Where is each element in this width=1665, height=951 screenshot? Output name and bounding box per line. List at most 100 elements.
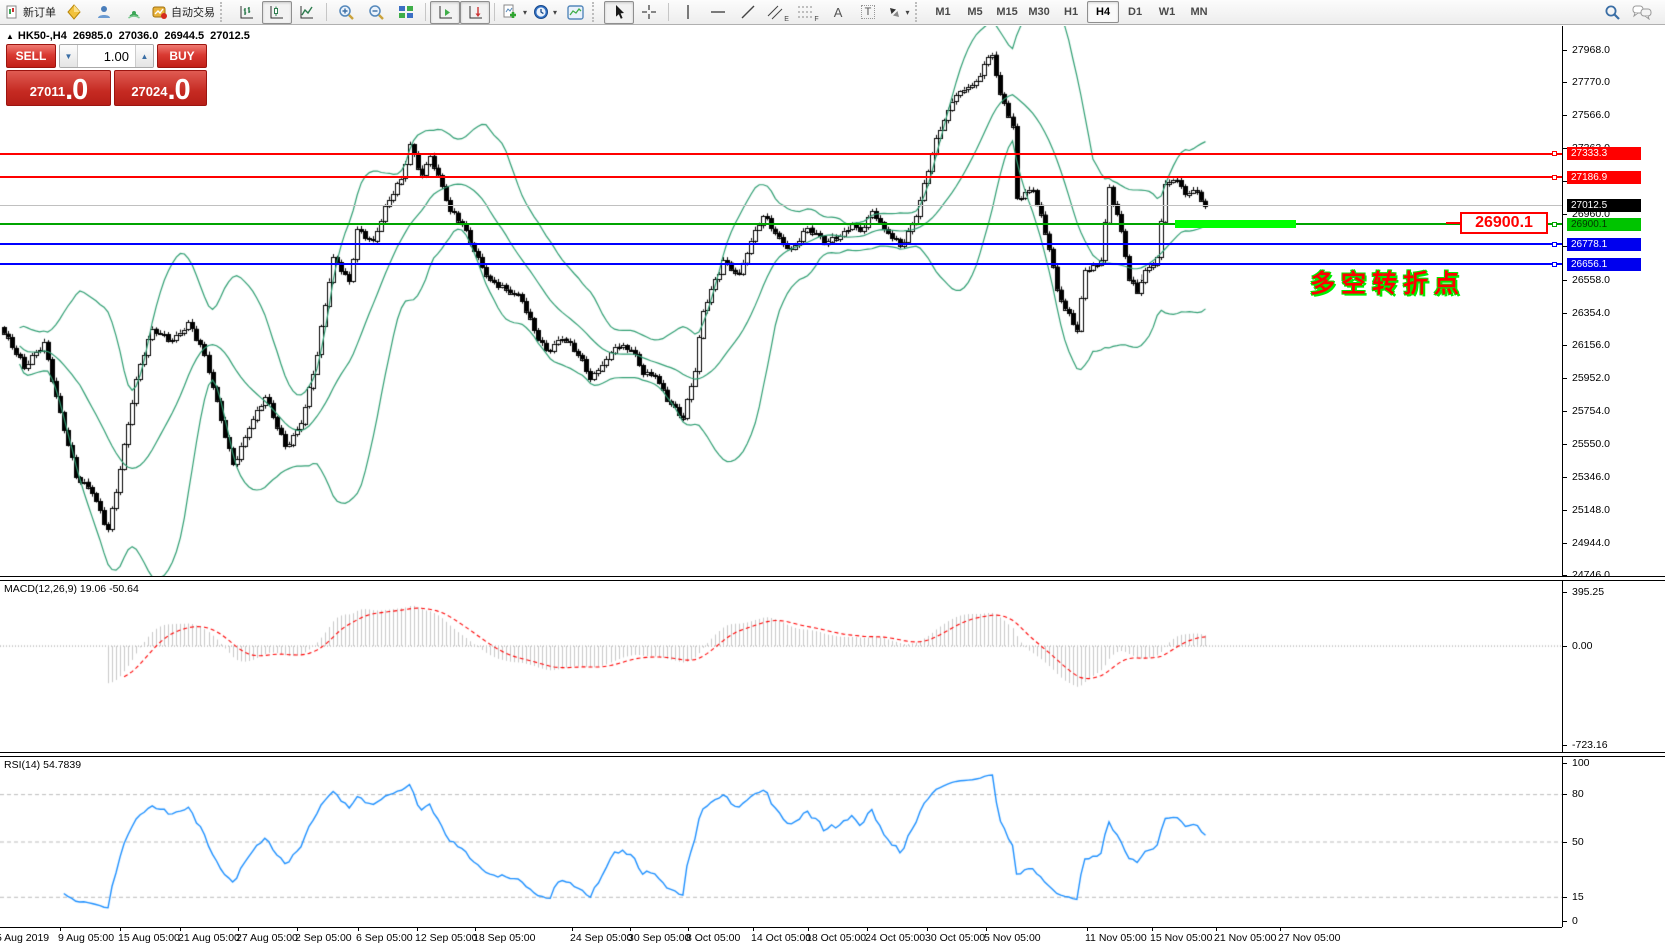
time-tick-label: 30 Oct 05:00	[925, 932, 986, 944]
chat-button[interactable]	[1627, 1, 1657, 24]
pane-separator-macd[interactable]	[0, 576, 1665, 581]
price-level-badge: 26778.1	[1567, 237, 1641, 251]
accounts-button[interactable]	[89, 1, 119, 24]
main-toolbar: 新订单 自动交易 ▾ ▾ E F A T ▾ M1 M5 M15 M30 H1 …	[0, 0, 1665, 25]
tf-m5-button[interactable]: M5	[959, 1, 991, 23]
horizontal-line-button[interactable]	[703, 1, 733, 24]
templates-button[interactable]	[560, 1, 590, 24]
rsi-scale-label: 0	[1572, 914, 1578, 927]
chart-annotation-text: 多空转折点	[1310, 270, 1466, 298]
tf-m1-button[interactable]: M1	[927, 1, 959, 23]
tf-h1-button[interactable]: H1	[1055, 1, 1087, 23]
line-anchor-square	[1552, 221, 1557, 227]
price-tick	[1563, 542, 1567, 544]
new-order-label: 新订单	[23, 7, 56, 19]
gold-diamond-icon	[67, 4, 81, 20]
horizontal-level-line[interactable]	[0, 243, 1562, 246]
tf-m15-button[interactable]: M15	[991, 1, 1023, 23]
macd-scale-label: 395.25	[1572, 585, 1605, 598]
line-chart-button[interactable]	[292, 1, 322, 24]
down-arrow-marker: ↓	[1139, 270, 1145, 284]
crosshair-button[interactable]	[634, 1, 664, 24]
volume-decrease-button[interactable]: ▼	[60, 45, 78, 67]
price-level-badge: 27333.3	[1567, 147, 1641, 161]
time-tick-label: 18 Oct 05:00	[806, 932, 867, 944]
tf-h4-button[interactable]: H4	[1087, 1, 1120, 23]
search-icon	[1605, 5, 1620, 20]
time-tick-label: 2 Sep 05:00	[295, 932, 352, 944]
time-tick-label: 12 Sep 05:00	[415, 932, 478, 944]
vertical-line-icon	[687, 5, 689, 19]
text-label-button[interactable]: T	[853, 1, 883, 24]
signals-button[interactable]	[119, 1, 149, 24]
sell-button[interactable]: SELL	[6, 44, 56, 68]
time-tick	[986, 928, 987, 931]
price-chart-canvas[interactable]	[0, 26, 1562, 927]
tf-m30-button[interactable]: M30	[1023, 1, 1055, 23]
rsi-tick	[1563, 920, 1567, 922]
tile-windows-button[interactable]	[391, 1, 421, 24]
autotrading-button[interactable]: 自动交易	[149, 1, 218, 24]
chart-shift-button[interactable]	[460, 0, 490, 24]
price-level-badge: 26900.1	[1567, 217, 1641, 231]
cursor-button[interactable]	[604, 0, 635, 24]
macd-tick	[1563, 744, 1567, 746]
horizontal-level-line[interactable]	[0, 205, 1562, 207]
horizontal-level-line[interactable]	[0, 176, 1562, 179]
time-tick	[120, 928, 121, 931]
metaeditor-button[interactable]	[59, 1, 89, 24]
indicators-button[interactable]: ▾	[499, 1, 530, 24]
price-tick-label: 25952.0	[1572, 372, 1610, 385]
rsi-tick	[1563, 896, 1567, 898]
bar-chart-button[interactable]	[232, 1, 262, 24]
zoom-out-icon	[368, 4, 384, 20]
zoom-in-button[interactable]	[331, 1, 361, 24]
buy-button[interactable]: BUY	[157, 44, 207, 68]
toolbar-divider	[494, 3, 495, 21]
periods-button[interactable]: ▾	[530, 1, 560, 24]
time-tick	[60, 928, 61, 931]
volume-input[interactable]	[78, 45, 135, 67]
pane-separator-rsi[interactable]	[0, 752, 1665, 757]
collapse-panel-icon[interactable]: ▲	[6, 32, 14, 41]
time-tick	[688, 928, 689, 931]
horizontal-level-line[interactable]	[0, 223, 1562, 226]
time-tick	[630, 928, 631, 931]
price-tick-label: 27566.0	[1572, 109, 1610, 122]
zoom-out-button[interactable]	[361, 1, 391, 24]
time-tick	[417, 928, 418, 931]
price-level-box[interactable]: 26900.1	[1460, 212, 1548, 234]
auto-scroll-button[interactable]	[430, 0, 460, 24]
text-button[interactable]: A	[823, 1, 853, 24]
trendline-button[interactable]	[733, 1, 763, 24]
time-tick-label: 15 Nov 05:00	[1150, 932, 1213, 944]
search-button[interactable]	[1597, 1, 1627, 24]
chart-window: ▲ HK50-,H4 26985.0 27036.0 26944.5 27012.5 SE…	[0, 26, 1665, 951]
toolbar-divider	[668, 3, 670, 21]
time-tick-label: 24 Oct 05:00	[865, 932, 926, 944]
equidistant-channel-button[interactable]: E	[763, 1, 793, 24]
tf-w1-button[interactable]: W1	[1151, 1, 1183, 23]
tf-d1-button[interactable]: D1	[1119, 1, 1151, 23]
time-tick-label: 27 Aug 05:00	[236, 932, 298, 944]
highlight-zone-line[interactable]	[1175, 220, 1296, 229]
volume-increase-button[interactable]: ▲	[135, 45, 153, 67]
ohlc-open: 26985.0	[72, 30, 113, 42]
time-axis[interactable]: 5 Aug 2019 9 Aug 05:00 15 Aug 05:00 21 Aug …	[0, 927, 1562, 951]
bar-chart-icon	[240, 6, 253, 19]
time-tick	[358, 928, 359, 931]
sell-price[interactable]: 27011 .0	[6, 70, 111, 106]
horizontal-level-line[interactable]	[0, 152, 1562, 155]
buy-price[interactable]: 27024 .0	[114, 70, 207, 106]
fibonacci-button[interactable]: F	[793, 1, 823, 24]
channel-e-glyph: E	[784, 15, 789, 23]
new-order-button[interactable]: 新订单	[2, 1, 59, 24]
candlestick-chart-button[interactable]	[262, 0, 292, 24]
new-order-icon	[6, 5, 17, 18]
price-box-connector	[1446, 222, 1460, 224]
price-axis[interactable]: 27968.027770.027566.027362.027164.026960…	[1562, 26, 1665, 927]
price-tick	[1563, 279, 1567, 281]
vertical-line-button[interactable]	[673, 1, 703, 24]
tf-mn-button[interactable]: MN	[1183, 1, 1215, 23]
arrows-button[interactable]: ▾	[883, 1, 913, 24]
